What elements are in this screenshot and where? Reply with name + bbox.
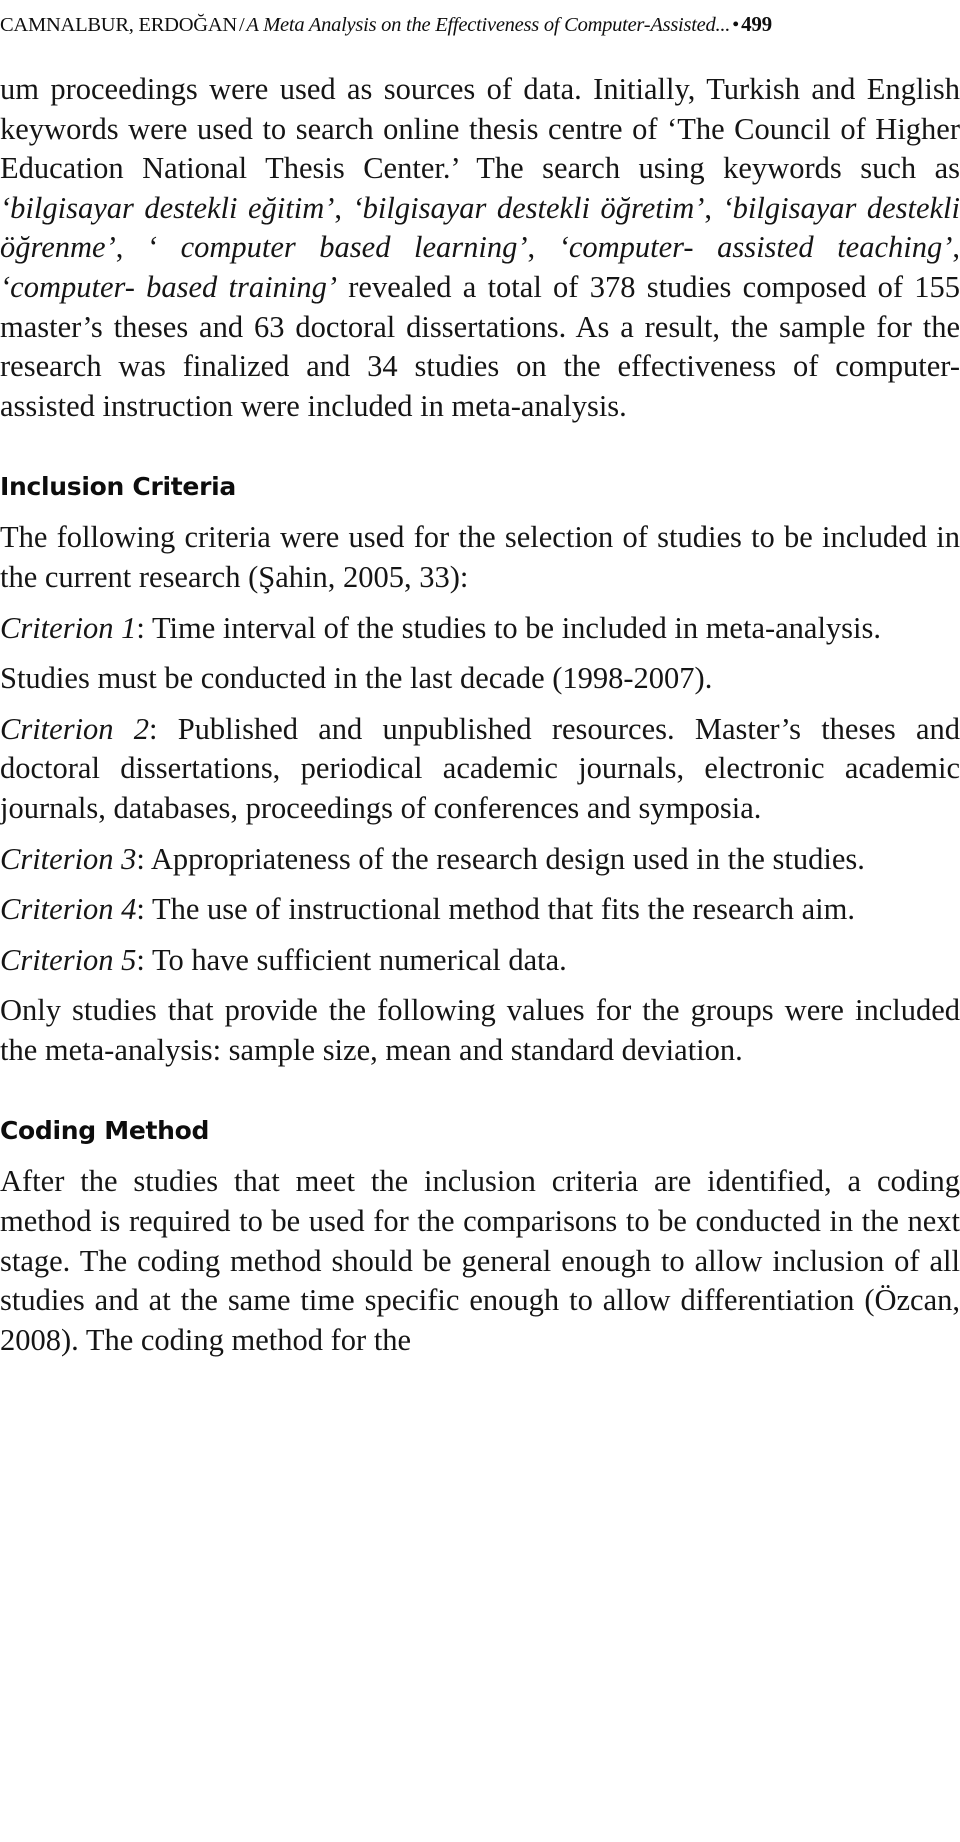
criterion-4-paragraph: Criterion 4: The use of instructional me…	[0, 890, 960, 930]
criterion-2-paragraph: Criterion 2: Published and unpublished r…	[0, 710, 960, 829]
keyword-separator-1: ,	[334, 190, 353, 225]
criterion-2-colon: :	[149, 711, 178, 746]
coding-method-paragraph: After the studies that meet the inclusio…	[0, 1164, 960, 1357]
criterion-1-note-paragraph: Studies must be conducted in the last de…	[0, 661, 713, 696]
running-head-title: A Meta Analysis on the Effectiveness of …	[246, 14, 731, 36]
criterion-1-label: Criterion 1	[0, 610, 137, 645]
journal-page: CAMNALBUR, ERDOĞAN/A Meta Analysis on th…	[0, 0, 960, 1842]
text-column: um proceedings were used as sources of d…	[0, 70, 960, 1360]
criterion-3-paragraph: Criterion 3: Appropriateness of the rese…	[0, 840, 960, 880]
criterion-4-label: Criterion 4	[0, 892, 137, 927]
paragraph-continued-pre: um proceedings were used as sources of d…	[0, 72, 960, 186]
inclusion-intro-paragraph: The following criteria were used for the…	[0, 520, 960, 594]
criterion-5-text: To have sufficient numerical data.	[151, 942, 567, 977]
page-number: 499	[741, 12, 772, 36]
criterion-3-label: Criterion 3	[0, 841, 137, 876]
criterion-1-paragraph: Criterion 1: Time interval of the studie…	[0, 609, 960, 649]
keyword-bilgisayar-destekli-egitim: ‘bilgisayar destekli eğitim’	[0, 190, 335, 225]
keyword-separator-5: ,	[952, 230, 960, 265]
keyword-computer-assisted-teaching: ‘computer- assisted teaching’	[558, 230, 953, 265]
running-head: CAMNALBUR, ERDOĞAN/A Meta Analysis on th…	[0, 10, 960, 40]
bullet-icon: •	[732, 14, 740, 36]
keyword-bilgisayar-destekli-ogretim: ‘bilgisayar destekli öğretim’	[352, 190, 705, 225]
heading-inclusion-criteria: Inclusion Criteria	[0, 472, 236, 502]
keyword-separator-2: ,	[704, 190, 723, 225]
criterion-3-text: Appropriateness of the research design u…	[150, 841, 865, 876]
criterion-2-label: Criterion 2	[0, 711, 150, 746]
criterion-3-colon: :	[136, 841, 151, 876]
criterion-5-label: Criterion 5	[0, 942, 137, 977]
keyword-separator-4: ,	[527, 230, 559, 265]
keyword-computer-based-learning: ‘ computer based learning’	[146, 230, 528, 265]
keyword-separator-3: ,	[115, 230, 147, 265]
closing-paragraph: Only studies that provide the following …	[0, 993, 960, 1067]
running-head-authors: CAMNALBUR, ERDOĞAN	[0, 14, 237, 36]
heading-coding-method: Coding Method	[0, 1116, 210, 1146]
criterion-5-paragraph: Criterion 5: To have sufficient numerica…	[0, 941, 960, 981]
criterion-1-text: Time interval of the studies to be inclu…	[151, 610, 882, 645]
criterion-4-text: The use of instructional method that fit…	[151, 892, 855, 927]
criterion-5-colon: :	[136, 942, 152, 977]
running-head-separator: /	[238, 14, 245, 36]
criterion-1-colon: :	[136, 610, 152, 645]
criterion-4-colon: :	[136, 892, 152, 927]
keyword-computer-based-training: ‘computer- based training’	[0, 269, 338, 304]
paragraph-continued: um proceedings were used as sources of d…	[0, 70, 960, 426]
